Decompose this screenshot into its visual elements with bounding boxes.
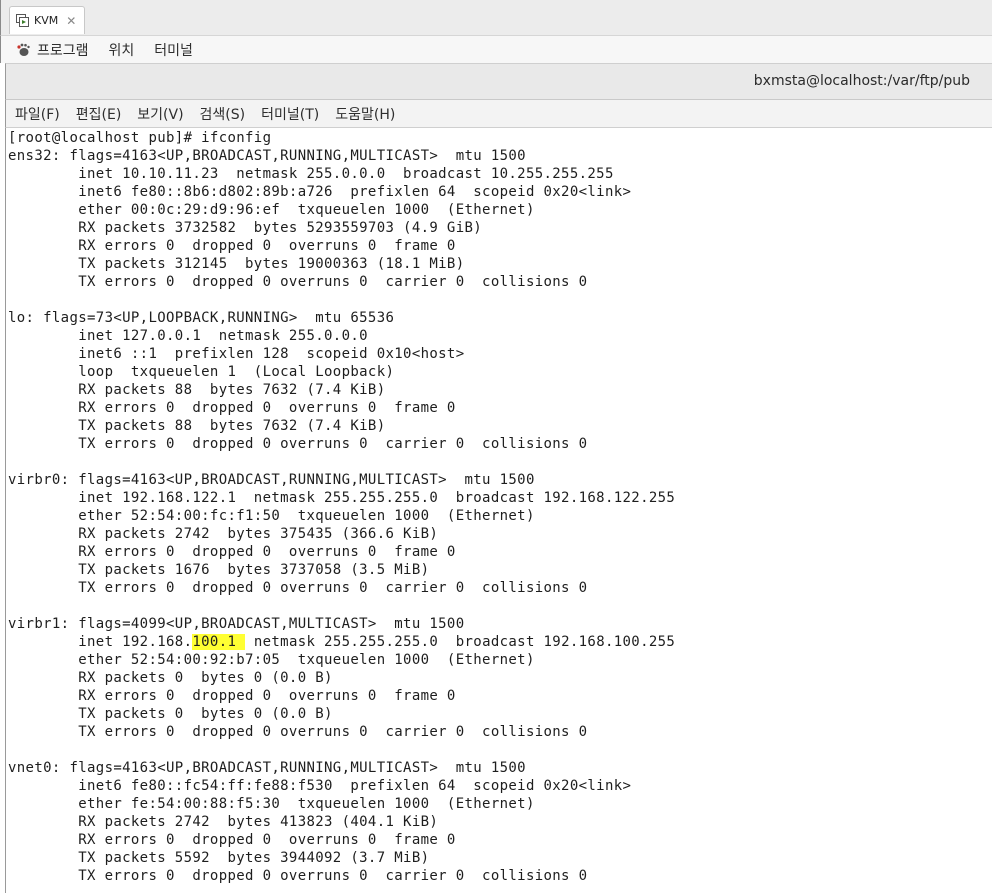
terminal-line: inet 10.10.11.23 netmask 255.0.0.0 broad… [8,166,614,182]
terminal-line: [root@localhost pub]# ifconfig [8,130,272,146]
menu-file[interactable]: 파일(F) [15,104,60,124]
terminal-line: RX packets 0 bytes 0 (0.0 B) [8,670,333,686]
terminal-line: ether fe:54:00:88:f5:30 txqueuelen 1000 … [8,796,535,812]
programs-menu[interactable]: 프로그램 [15,40,89,60]
terminal-line: ens32: flags=4163<UP,BROADCAST,RUNNING,M… [8,148,526,164]
menu-help[interactable]: 도움말(H) [335,104,395,124]
terminal-line: inet 127.0.0.1 netmask 255.0.0.0 [8,328,368,344]
terminal-line: TX packets 5592 bytes 3944092 (3.7 MiB) [8,850,430,866]
terminal-text: netmask 255.255.255.0 broadcast 192.168.… [245,634,676,650]
terminal-line: RX packets 88 bytes 7632 (7.4 KiB) [8,382,386,398]
terminal-line: TX errors 0 dropped 0 overruns 0 carrier… [8,274,588,290]
tab-close-icon[interactable]: ✕ [66,14,76,28]
terminal-line: TX errors 0 dropped 0 overruns 0 carrier… [8,868,588,884]
terminal-line: RX packets 2742 bytes 375435 (366.6 KiB) [8,526,439,542]
window-titlebar[interactable]: bxmsta@localhost:/var/ftp/pub [5,63,992,100]
terminal-line: RX packets 3732582 bytes 5293559703 (4.9… [8,220,483,236]
terminal-line: RX errors 0 dropped 0 overruns 0 frame 0 [8,400,456,416]
terminal-line: TX errors 0 dropped 0 overruns 0 carrier… [8,436,588,452]
vm-window-icon [16,14,29,27]
terminal-line: TX errors 0 dropped 0 overruns 0 carrier… [8,724,588,740]
places-label: 위치 [108,42,135,59]
terminal-line: ether 52:54:00:92:b7:05 txqueuelen 1000 … [8,652,535,668]
terminal-line: loop txqueuelen 1 (Local Loopback) [8,364,395,380]
programs-label: 프로그램 [37,42,89,59]
menu-terminal[interactable]: 터미널(T) [261,104,319,124]
terminal-line: inet 192.168.100.1 netmask 255.255.255.0… [8,633,675,651]
terminal-line: RX errors 0 dropped 0 overruns 0 frame 0 [8,544,456,560]
tab-bar: KVM ✕ [0,0,992,36]
terminal-output[interactable]: [root@localhost pub]# ifconfig ens32: fla… [5,128,992,893]
terminal-app-menu[interactable]: 터미널 [154,40,193,60]
terminal-line: lo: flags=73<UP,LOOPBACK,RUNNING> mtu 65… [8,310,395,326]
terminal-line: RX errors 0 dropped 0 overruns 0 frame 0 [8,832,456,848]
tab-label: KVM [34,14,59,27]
menu-edit[interactable]: 편집(E) [76,104,122,124]
terminal-line: inet6 fe80::fc54:ff:fe88:f530 prefixlen … [8,778,632,794]
terminal-line: virbr0: flags=4163<UP,BROADCAST,RUNNING,… [8,472,535,488]
terminal-line: RX packets 2742 bytes 413823 (404.1 KiB) [8,814,439,830]
terminal-line: ether 52:54:00:fc:f1:50 txqueuelen 1000 … [8,508,535,524]
terminal-line: inet6 fe80::8b6:d802:89b:a726 prefixlen … [8,184,632,200]
window-title: bxmsta@localhost:/var/ftp/pub [753,73,970,89]
terminal-lines: [root@localhost pub]# ifconfig ens32: fla… [8,129,675,885]
terminal-app-label: 터미널 [154,42,193,59]
terminal-line: vnet0: flags=4163<UP,BROADCAST,RUNNING,M… [8,760,526,776]
terminal-line: TX packets 312145 bytes 19000363 (18.1 M… [8,256,465,272]
terminal-line: TX packets 88 bytes 7632 (7.4 KiB) [8,418,386,434]
terminal-text: inet 192.168. [8,634,193,650]
terminal-line: RX errors 0 dropped 0 overruns 0 frame 0 [8,238,456,254]
tab-kvm[interactable]: KVM ✕ [9,6,85,34]
terminal-menubar: 파일(F) 편집(E) 보기(V) 검색(S) 터미널(T) 도움말(H) [5,100,992,128]
terminal-line: TX errors 0 dropped 0 overruns 0 carrier… [8,580,588,596]
terminal-line: RX errors 0 dropped 0 overruns 0 frame 0 [8,688,456,704]
terminal-line: virbr1: flags=4099<UP,BROADCAST,MULTICAS… [8,616,465,632]
menu-view[interactable]: 보기(V) [137,104,183,124]
app-menu-bar: 프로그램 위치 터미널 [0,36,992,63]
terminal-line: inet 192.168.122.1 netmask 255.255.255.0… [8,490,676,506]
menu-search[interactable]: 검색(S) [200,104,246,124]
gnome-foot-icon [15,43,31,57]
terminal-line: TX packets 0 bytes 0 (0.0 B) [8,706,333,722]
terminal-line: inet6 ::1 prefixlen 128 scopeid 0x10<hos… [8,346,465,362]
highlighted-text: 100.1 [192,634,246,650]
terminal-line: TX packets 1676 bytes 3737058 (3.5 MiB) [8,562,430,578]
places-menu[interactable]: 위치 [109,40,135,60]
terminal-line: ether 00:0c:29:d9:96:ef txqueuelen 1000 … [8,202,535,218]
